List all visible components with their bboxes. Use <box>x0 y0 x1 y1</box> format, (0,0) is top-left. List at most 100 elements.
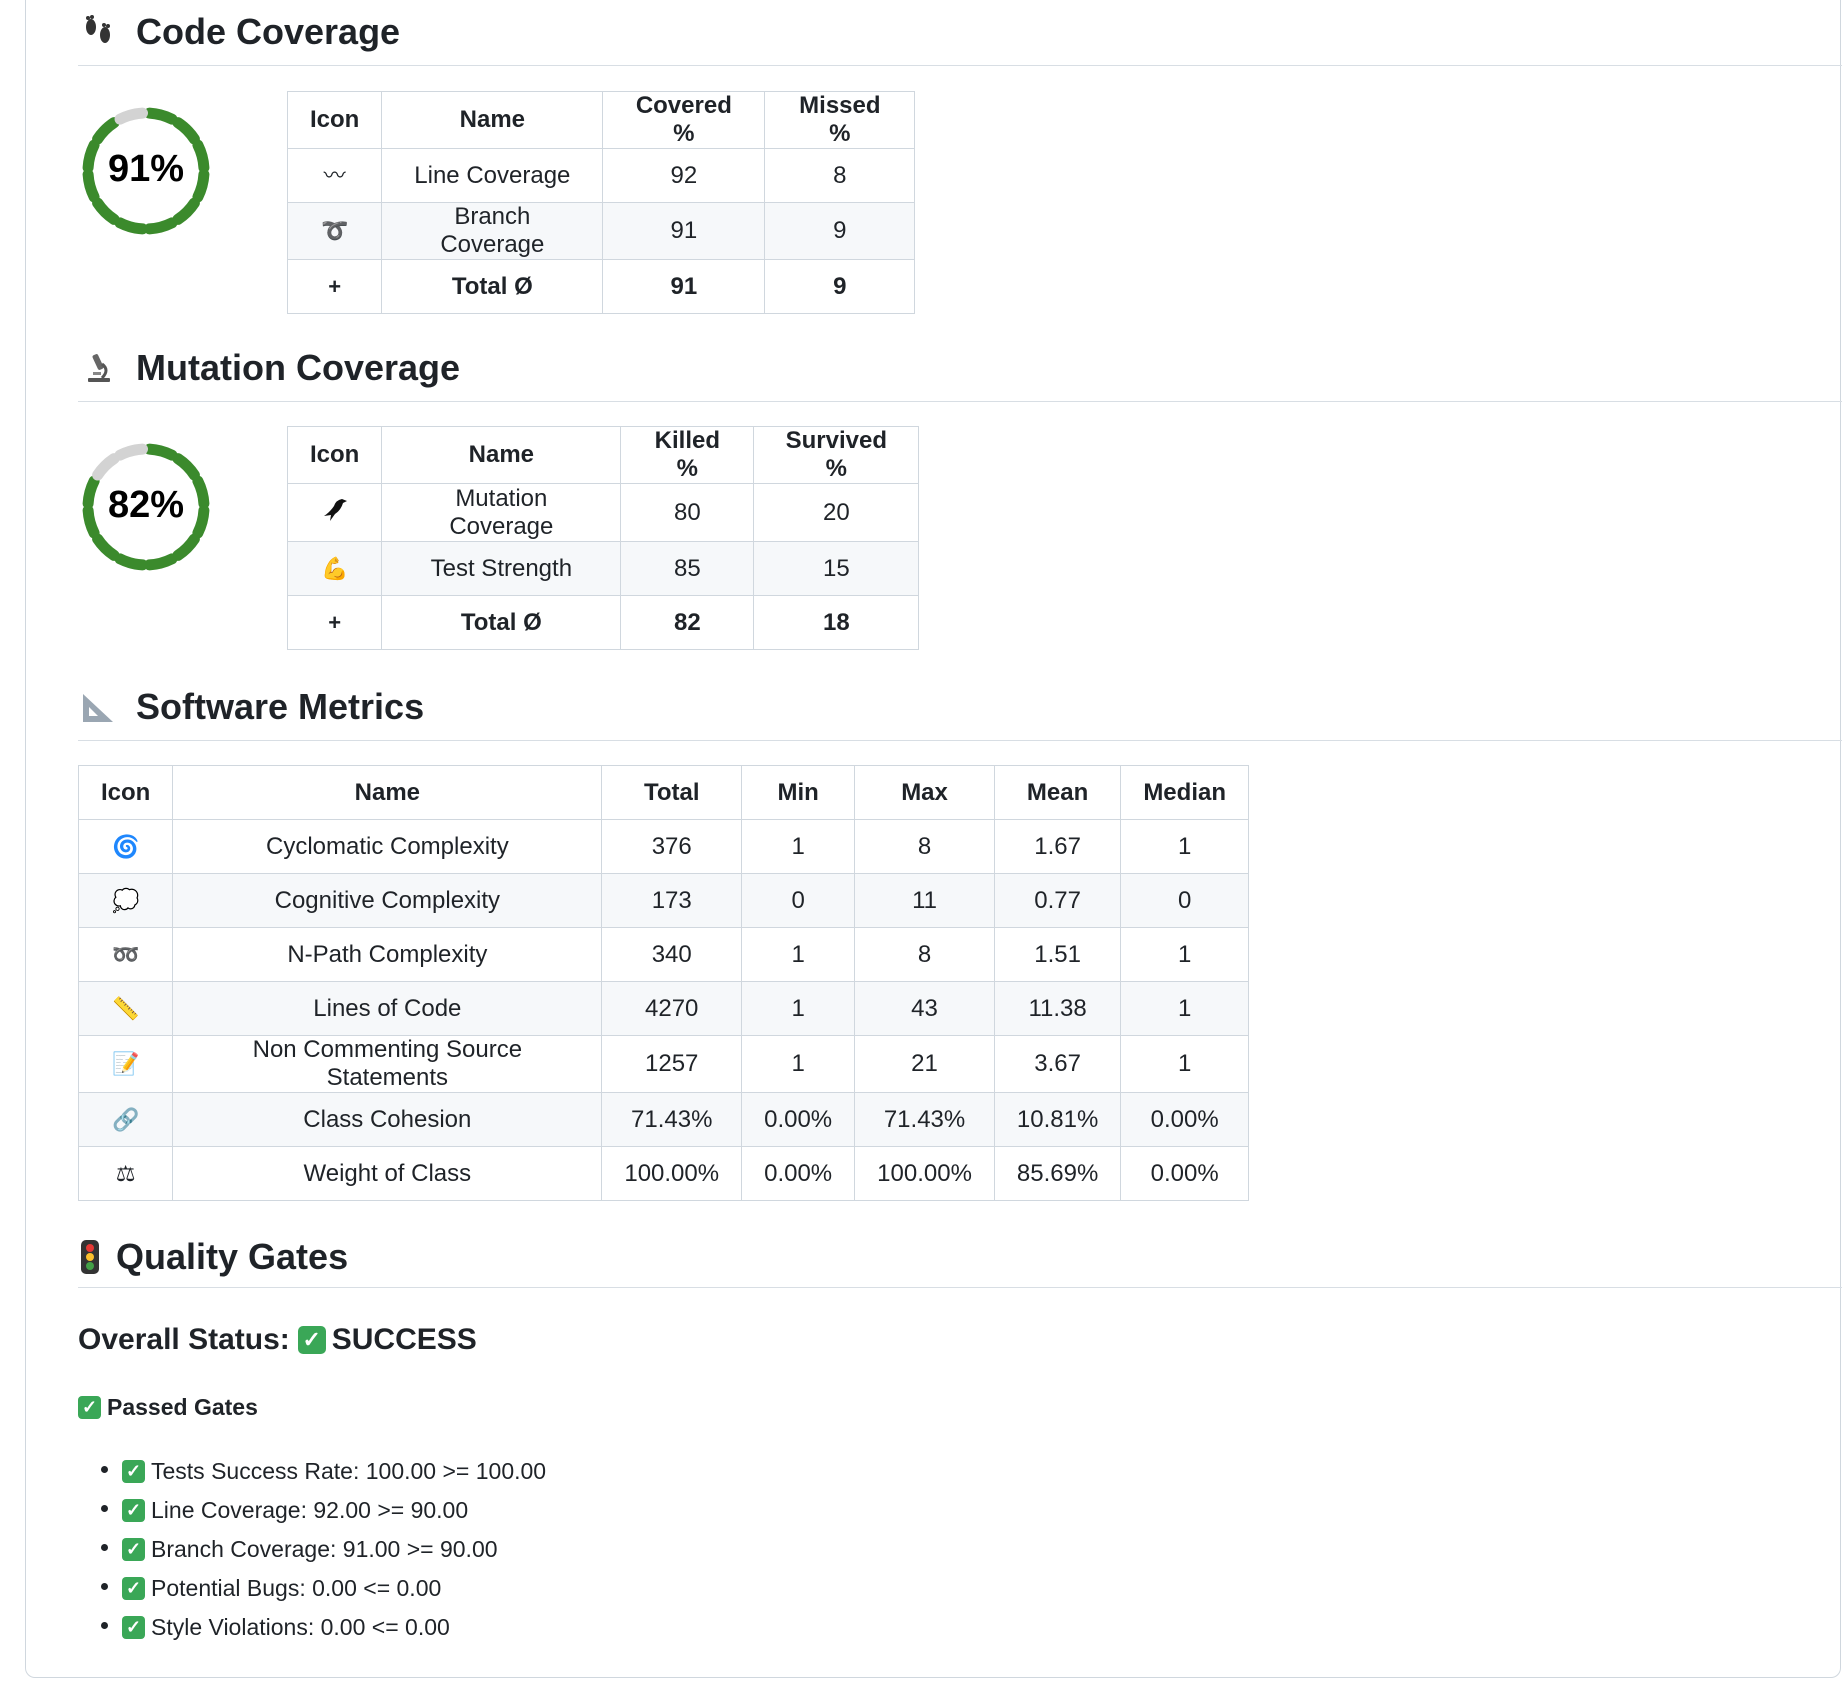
column-header: Median <box>1120 765 1249 820</box>
gate-text: Style Violations: 0.00 <= 0.00 <box>151 1614 450 1640</box>
total-value: 376 <box>601 819 743 874</box>
table-header-row: Icon Name Covered % Missed % <box>286 91 916 149</box>
donut-segment <box>143 107 178 125</box>
survived-value: 20 <box>753 483 920 542</box>
table-row: ➰ Branch Coverage 91 9 <box>286 202 916 260</box>
row-name: Weight of Class <box>172 1146 603 1201</box>
row-name: Cognitive Complexity <box>172 873 603 928</box>
covered-value: 92 <box>602 148 766 203</box>
microscope-icon <box>78 348 118 388</box>
mean-value: 1.67 <box>993 819 1122 874</box>
donut-segment <box>114 443 149 461</box>
row-name: Branch Coverage <box>381 202 604 260</box>
passed-gates-list: ✓ Tests Success Rate: 100.00 >= 100.00 ✓ Li… <box>78 1450 546 1645</box>
row-name: Total Ø <box>381 595 622 650</box>
software-metrics-title: Software Metrics <box>136 685 425 727</box>
passed-gates-label: Passed Gates <box>107 1394 258 1420</box>
overall-status: Overall Status: ✓ SUCCESS <box>78 1323 477 1357</box>
traffic-light-icon <box>78 1237 102 1277</box>
table-row: Mutation Coverage 80 20 <box>286 483 920 542</box>
column-header: Icon <box>77 765 174 820</box>
table-row: 💭 Cognitive Complexity 173 0 11 0.77 0 <box>77 873 1249 928</box>
check-icon: ✓ <box>122 1460 145 1483</box>
row-name: Total Ø <box>381 259 604 314</box>
column-header: Name <box>172 765 603 820</box>
column-header: Name <box>381 426 622 484</box>
killed-value: 82 <box>620 595 755 650</box>
missed-value: 8 <box>764 148 916 203</box>
gate-text: Potential Bugs: 0.00 <= 0.00 <box>151 1575 442 1601</box>
row-name: Mutation Coverage <box>381 483 622 542</box>
donut-segment <box>92 453 120 481</box>
missed-value: 9 <box>764 202 916 260</box>
column-header: Survived % <box>753 426 920 484</box>
code-coverage-percent: 91% <box>107 148 185 190</box>
gate-item: ✓ Branch Coverage: 91.00 >= 90.00 <box>122 1528 546 1567</box>
table-row-total: + Total Ø 82 18 <box>286 595 920 650</box>
missed-value: 9 <box>764 259 916 314</box>
min-value: 1 <box>741 1035 856 1093</box>
check-icon: ✓ <box>122 1499 145 1522</box>
ruler-icon: 📏 <box>77 981 174 1036</box>
quality-gates-section: Quality Gates Overall Status: ✓ SUCCESS … <box>78 1226 1842 1656</box>
column-header: Missed % <box>764 91 916 149</box>
table-row: 🌀 Cyclomatic Complexity 376 1 8 1.67 1 <box>77 819 1249 874</box>
mutation-coverage-heading: Mutation Coverage <box>78 334 1842 402</box>
check-icon: ✓ <box>297 1326 326 1354</box>
max-value: 11 <box>854 873 995 928</box>
min-value: 1 <box>741 981 856 1036</box>
total-value: 340 <box>601 927 743 982</box>
max-value: 71.43% <box>854 1092 995 1147</box>
column-header: Min <box>741 765 856 820</box>
table-row: 🔗 Class Cohesion 71.43% 0.00% 71.43% 10.81% 0.… <box>77 1092 1249 1147</box>
column-header: Mean <box>993 765 1122 820</box>
double-loop-icon: ➿ <box>77 927 174 982</box>
table-row: ➿ N-Path Complexity 340 1 8 1.51 1 <box>77 927 1249 982</box>
min-value: 0 <box>741 873 856 928</box>
footprints-icon <box>78 12 118 52</box>
mutation-coverage-percent: 82% <box>107 484 185 526</box>
thought-balloon-icon: 💭 <box>77 873 174 928</box>
code-coverage-table: Icon Name Covered % Missed % 〰 Line Cove… <box>286 91 916 314</box>
median-value: 1 <box>1120 927 1249 982</box>
column-header: Killed % <box>620 426 755 484</box>
total-value: 1257 <box>601 1035 743 1093</box>
gate-text: Branch Coverage: 91.00 >= 90.00 <box>151 1536 498 1562</box>
max-value: 21 <box>854 1035 995 1093</box>
mutation-coverage-table: Icon Name Killed % Survived % Mutation C… <box>286 426 920 650</box>
row-name: Non Commenting Source Statements <box>172 1035 603 1093</box>
min-value: 0.00% <box>741 1146 856 1201</box>
gate-item: ✓ Potential Bugs: 0.00 <= 0.00 <box>122 1567 546 1606</box>
donut-segment <box>114 217 149 235</box>
median-value: 1 <box>1120 819 1249 874</box>
column-header: Max <box>854 765 995 820</box>
report-card: Code Coverage 91% Icon Name Covered % Mi… <box>25 0 1842 1678</box>
bird-icon <box>286 483 383 542</box>
mean-value: 3.67 <box>993 1035 1122 1093</box>
donut-segment <box>114 553 149 571</box>
killed-value: 80 <box>620 483 755 542</box>
table-row: 📏 Lines of Code 4270 1 43 11.38 1 <box>77 981 1249 1036</box>
quality-gates-heading: Quality Gates <box>78 1226 1842 1288</box>
flexed-biceps-icon: 💪 <box>286 541 383 596</box>
column-header: Total <box>601 765 743 820</box>
gate-item: ✓ Tests Success Rate: 100.00 >= 100.00 <box>122 1450 546 1489</box>
min-value: 1 <box>741 819 856 874</box>
mean-value: 0.77 <box>993 873 1122 928</box>
column-header: Icon <box>286 426 383 484</box>
min-value: 0.00% <box>741 1092 856 1147</box>
software-metrics-table: Icon Name Total Min Max Mean Median 🌀 Cyc… <box>77 765 1249 1201</box>
column-header: Name <box>381 91 604 149</box>
total-value: 4270 <box>601 981 743 1036</box>
median-value: 0.00% <box>1120 1092 1249 1147</box>
table-header-row: Icon Name Total Min Max Mean Median <box>77 765 1249 820</box>
check-icon: ✓ <box>122 1538 145 1561</box>
mean-value: 85.69% <box>993 1146 1122 1201</box>
donut-segment <box>143 443 178 461</box>
donut-segment <box>92 197 120 225</box>
row-name: Class Cohesion <box>172 1092 603 1147</box>
software-metrics-heading: Software Metrics <box>78 673 1842 741</box>
covered-value: 91 <box>602 202 766 260</box>
check-icon: ✓ <box>122 1616 145 1639</box>
passed-gates-heading: ✓ Passed Gates <box>78 1394 258 1421</box>
